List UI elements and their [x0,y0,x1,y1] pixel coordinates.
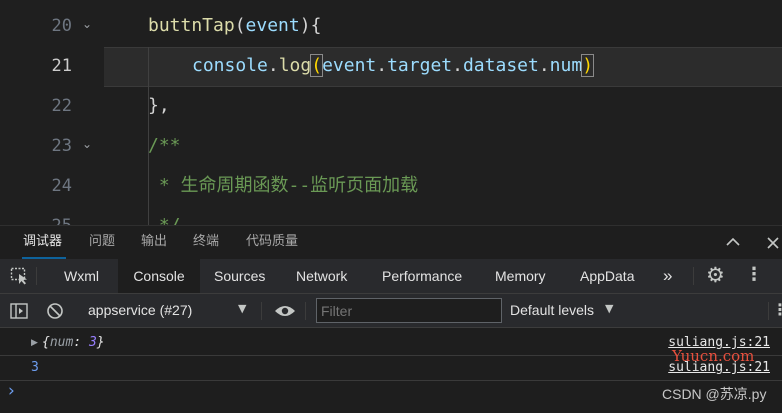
devtools-tab-bar: Wxml Console Sources Network Performance… [0,259,782,294]
inspect-element-icon[interactable] [10,267,30,285]
close-icon[interactable] [766,236,780,250]
code-token: target [387,55,453,76]
code-text: }, [148,86,170,126]
yuucn-watermark: Yuucn.com [672,347,755,365]
code-token: ){ [299,15,322,36]
code-line-current: 21 console.log(event.target.dataset.num) [0,46,782,86]
show-sidebar-icon[interactable] [10,303,28,319]
code-line: 24 * 生命周期函数--监听页面加载 [0,166,782,206]
console-message[interactable]: ▶ {num: 3} suliang.js:21 [0,331,782,356]
tab-code-quality[interactable]: 代码质量 [246,234,298,250]
tab-console[interactable]: Console [118,259,200,293]
log-levels-dropdown[interactable]: Default levels [510,302,594,318]
code-token: buttnTap [148,15,235,36]
clear-console-icon[interactable] [46,302,64,320]
tab-divider [36,267,37,285]
code-token: console [192,55,268,76]
code-token: log [278,55,312,76]
prompt-chevron-icon: › [8,381,15,401]
code-line: 20 ⌄ buttnTap(event){ [0,6,782,46]
code-token: */ [148,215,181,225]
object-key: num [49,335,74,350]
code-text: /** [148,126,181,166]
code-text: buttnTap(event){ [148,6,321,46]
tab-issues[interactable]: 问题 [89,234,115,250]
tab-network[interactable]: Network [296,259,347,293]
object-value: 3 [88,335,97,350]
tab-performance[interactable]: Performance [382,259,462,293]
object-preview[interactable]: {num: 3} [42,331,105,355]
tab-debugger[interactable]: 调试器 [23,234,62,250]
code-token: }, [148,95,170,116]
toolbar-divider [261,302,262,320]
levels-dropdown-arrow-icon[interactable]: ▼ [605,302,613,315]
console-toolbar: appservice (#27) ▼ Default levels ▼ ⋮ [0,294,782,328]
tab-wxml[interactable]: Wxml [64,259,99,293]
tab-terminal[interactable]: 终端 [193,234,219,250]
toolbar-divider [305,302,306,320]
dropdown-arrow-icon[interactable]: ▼ [238,302,246,315]
fold-chevron-icon[interactable]: ⌄ [80,137,94,151]
toolbar-divider [768,302,769,320]
code-token: ( [234,15,246,36]
code-token: /** [148,135,181,156]
fold-chevron-icon[interactable]: ⌄ [80,17,94,31]
console-message[interactable]: 3 suliang.js:21 [0,356,782,381]
code-token: . [267,55,279,76]
csdn-watermark: CSDN @苏凉.py [662,386,767,402]
tab-memory[interactable]: Memory [495,259,546,293]
context-selector[interactable]: appservice (#27) [88,302,192,318]
line-number: 25 [0,206,72,225]
number-output: 3 [31,360,39,375]
line-number: 23 [51,136,72,156]
settings-gear-icon[interactable]: ⚙ [706,263,725,287]
line-number: 22 [51,96,72,116]
code-token: num [549,55,583,76]
line-number: 20 [51,16,72,36]
code-token: event [245,15,300,36]
code-editor[interactable]: 20 ⌄ buttnTap(event){ 21 console.log(eve… [0,0,782,225]
expand-triangle-icon[interactable]: ▶ [31,331,38,355]
code-token: * 生命周期函数--监听页面加载 [148,175,419,196]
tab-divider [693,267,694,285]
chevron-up-icon[interactable] [725,236,741,248]
code-token: event [322,55,377,76]
code-text: */ [148,206,181,225]
more-tabs-button[interactable]: » [663,259,672,293]
code-line: 22 }, [0,86,782,126]
code-token: . [452,55,463,76]
code-line: 25 */ [0,206,782,225]
more-options-icon[interactable]: ⋮ [745,264,763,285]
line-number: 24 [51,176,72,196]
panel-tab-bar: 调试器 问题 输出 终端 代码质量 [0,226,782,259]
code-token: . [538,55,550,76]
code-token: . [376,55,388,76]
tab-sources[interactable]: Sources [214,259,265,293]
code-line: 23 ⌄ /** [0,126,782,166]
code-token: dataset [462,55,539,76]
filter-input[interactable] [316,298,502,323]
live-expression-eye-icon[interactable] [274,304,296,318]
line-number: 21 [51,56,72,76]
code-token: ( [310,54,324,77]
tab-appdata[interactable]: AppData [580,259,634,293]
code-text: * 生命周期函数--监听页面加载 [148,166,418,206]
code-text: console.log(event.target.dataset.num) [192,46,595,86]
tab-output[interactable]: 输出 [141,234,167,250]
console-settings-icon[interactable]: ⋮ [772,300,782,319]
code-token: ) [581,54,595,77]
